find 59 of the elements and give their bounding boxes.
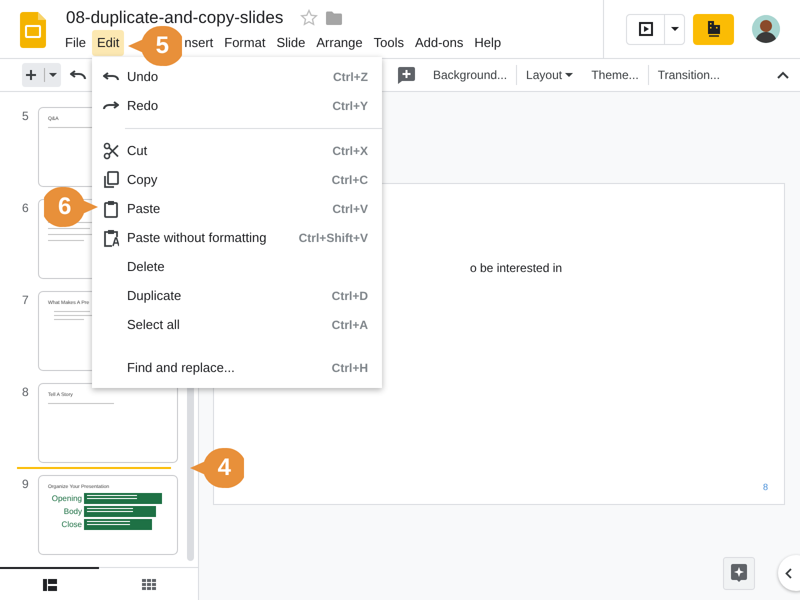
menu-item[interactable]: nsert: [184, 30, 218, 56]
toolbar-button[interactable]: Theme...: [582, 64, 648, 86]
present-icon: [638, 22, 652, 36]
explore-button[interactable]: [723, 556, 755, 590]
caret-icon: [670, 27, 678, 31]
slide-number: 9: [21, 476, 30, 493]
cut-icon: [103, 142, 119, 160]
add-comment-icon[interactable]: [398, 66, 415, 84]
section-bar: [84, 519, 152, 530]
slide-number: 5: [21, 108, 30, 125]
section-label: Close: [60, 518, 82, 530]
menu-item[interactable]: Slide: [271, 30, 310, 56]
text-line-drawing: [54, 310, 90, 312]
layout-dropdown[interactable]: Layout: [517, 64, 582, 86]
step-callout: 4: [188, 447, 244, 489]
grid-view-icon: [142, 578, 156, 590]
menu-item[interactable]: Help: [469, 30, 506, 56]
page-number: 8: [762, 480, 768, 494]
text-line-drawing: [54, 318, 84, 320]
paste-icon: [103, 200, 119, 218]
paste-plain-icon: [103, 228, 119, 246]
step-callout: 5: [126, 25, 182, 67]
caret-icon: [565, 73, 574, 77]
menu-item[interactable]: File: [60, 30, 91, 56]
star-icon[interactable]: [300, 9, 318, 27]
text-line-drawing: [48, 228, 90, 229]
slide-number: 8: [21, 384, 30, 401]
caret-icon: [49, 73, 57, 77]
menu-item[interactable]: Add-ons: [410, 30, 468, 56]
explore-icon: [731, 564, 747, 582]
step-callout: 6: [44, 186, 100, 228]
slide-number: 7: [21, 292, 30, 309]
building-icon: [706, 21, 720, 37]
menu-item[interactable]: Tools: [368, 30, 409, 56]
section-label: Body: [62, 506, 82, 518]
share-button[interactable]: [693, 14, 734, 44]
slide-text: o be interested in: [470, 260, 564, 277]
menu-item[interactable]: Format: [219, 30, 270, 56]
text-line-drawing: [48, 240, 84, 241]
text-line-drawing: [48, 402, 114, 404]
redo-icon: [103, 100, 119, 110]
undo-icon[interactable]: [70, 70, 86, 80]
toolbar-button[interactable]: Transition...: [648, 64, 729, 86]
menu-item[interactable]: Cut Ctrl+X: [92, 136, 382, 165]
document-title[interactable]: 08-duplicate-and-copy-slides: [66, 8, 284, 28]
toolbar-button[interactable]: Background...: [424, 64, 516, 86]
menu-item[interactable]: Arrange: [311, 30, 368, 56]
menu-item[interactable]: Redo Ctrl+Y: [92, 91, 382, 120]
copy-icon: [103, 170, 119, 188]
collapse-icon[interactable]: [777, 71, 789, 79]
new-slide-button[interactable]: [22, 63, 61, 87]
slide-number: 6: [21, 200, 30, 217]
menu-item[interactable]: Edit: [92, 30, 124, 56]
undo-icon: [103, 72, 119, 82]
avatar[interactable]: [752, 15, 780, 43]
section-bar: [84, 506, 156, 517]
chevron-left-icon: [785, 568, 792, 578]
section-label: Opening: [50, 492, 82, 504]
list-view-icon: [42, 578, 56, 590]
